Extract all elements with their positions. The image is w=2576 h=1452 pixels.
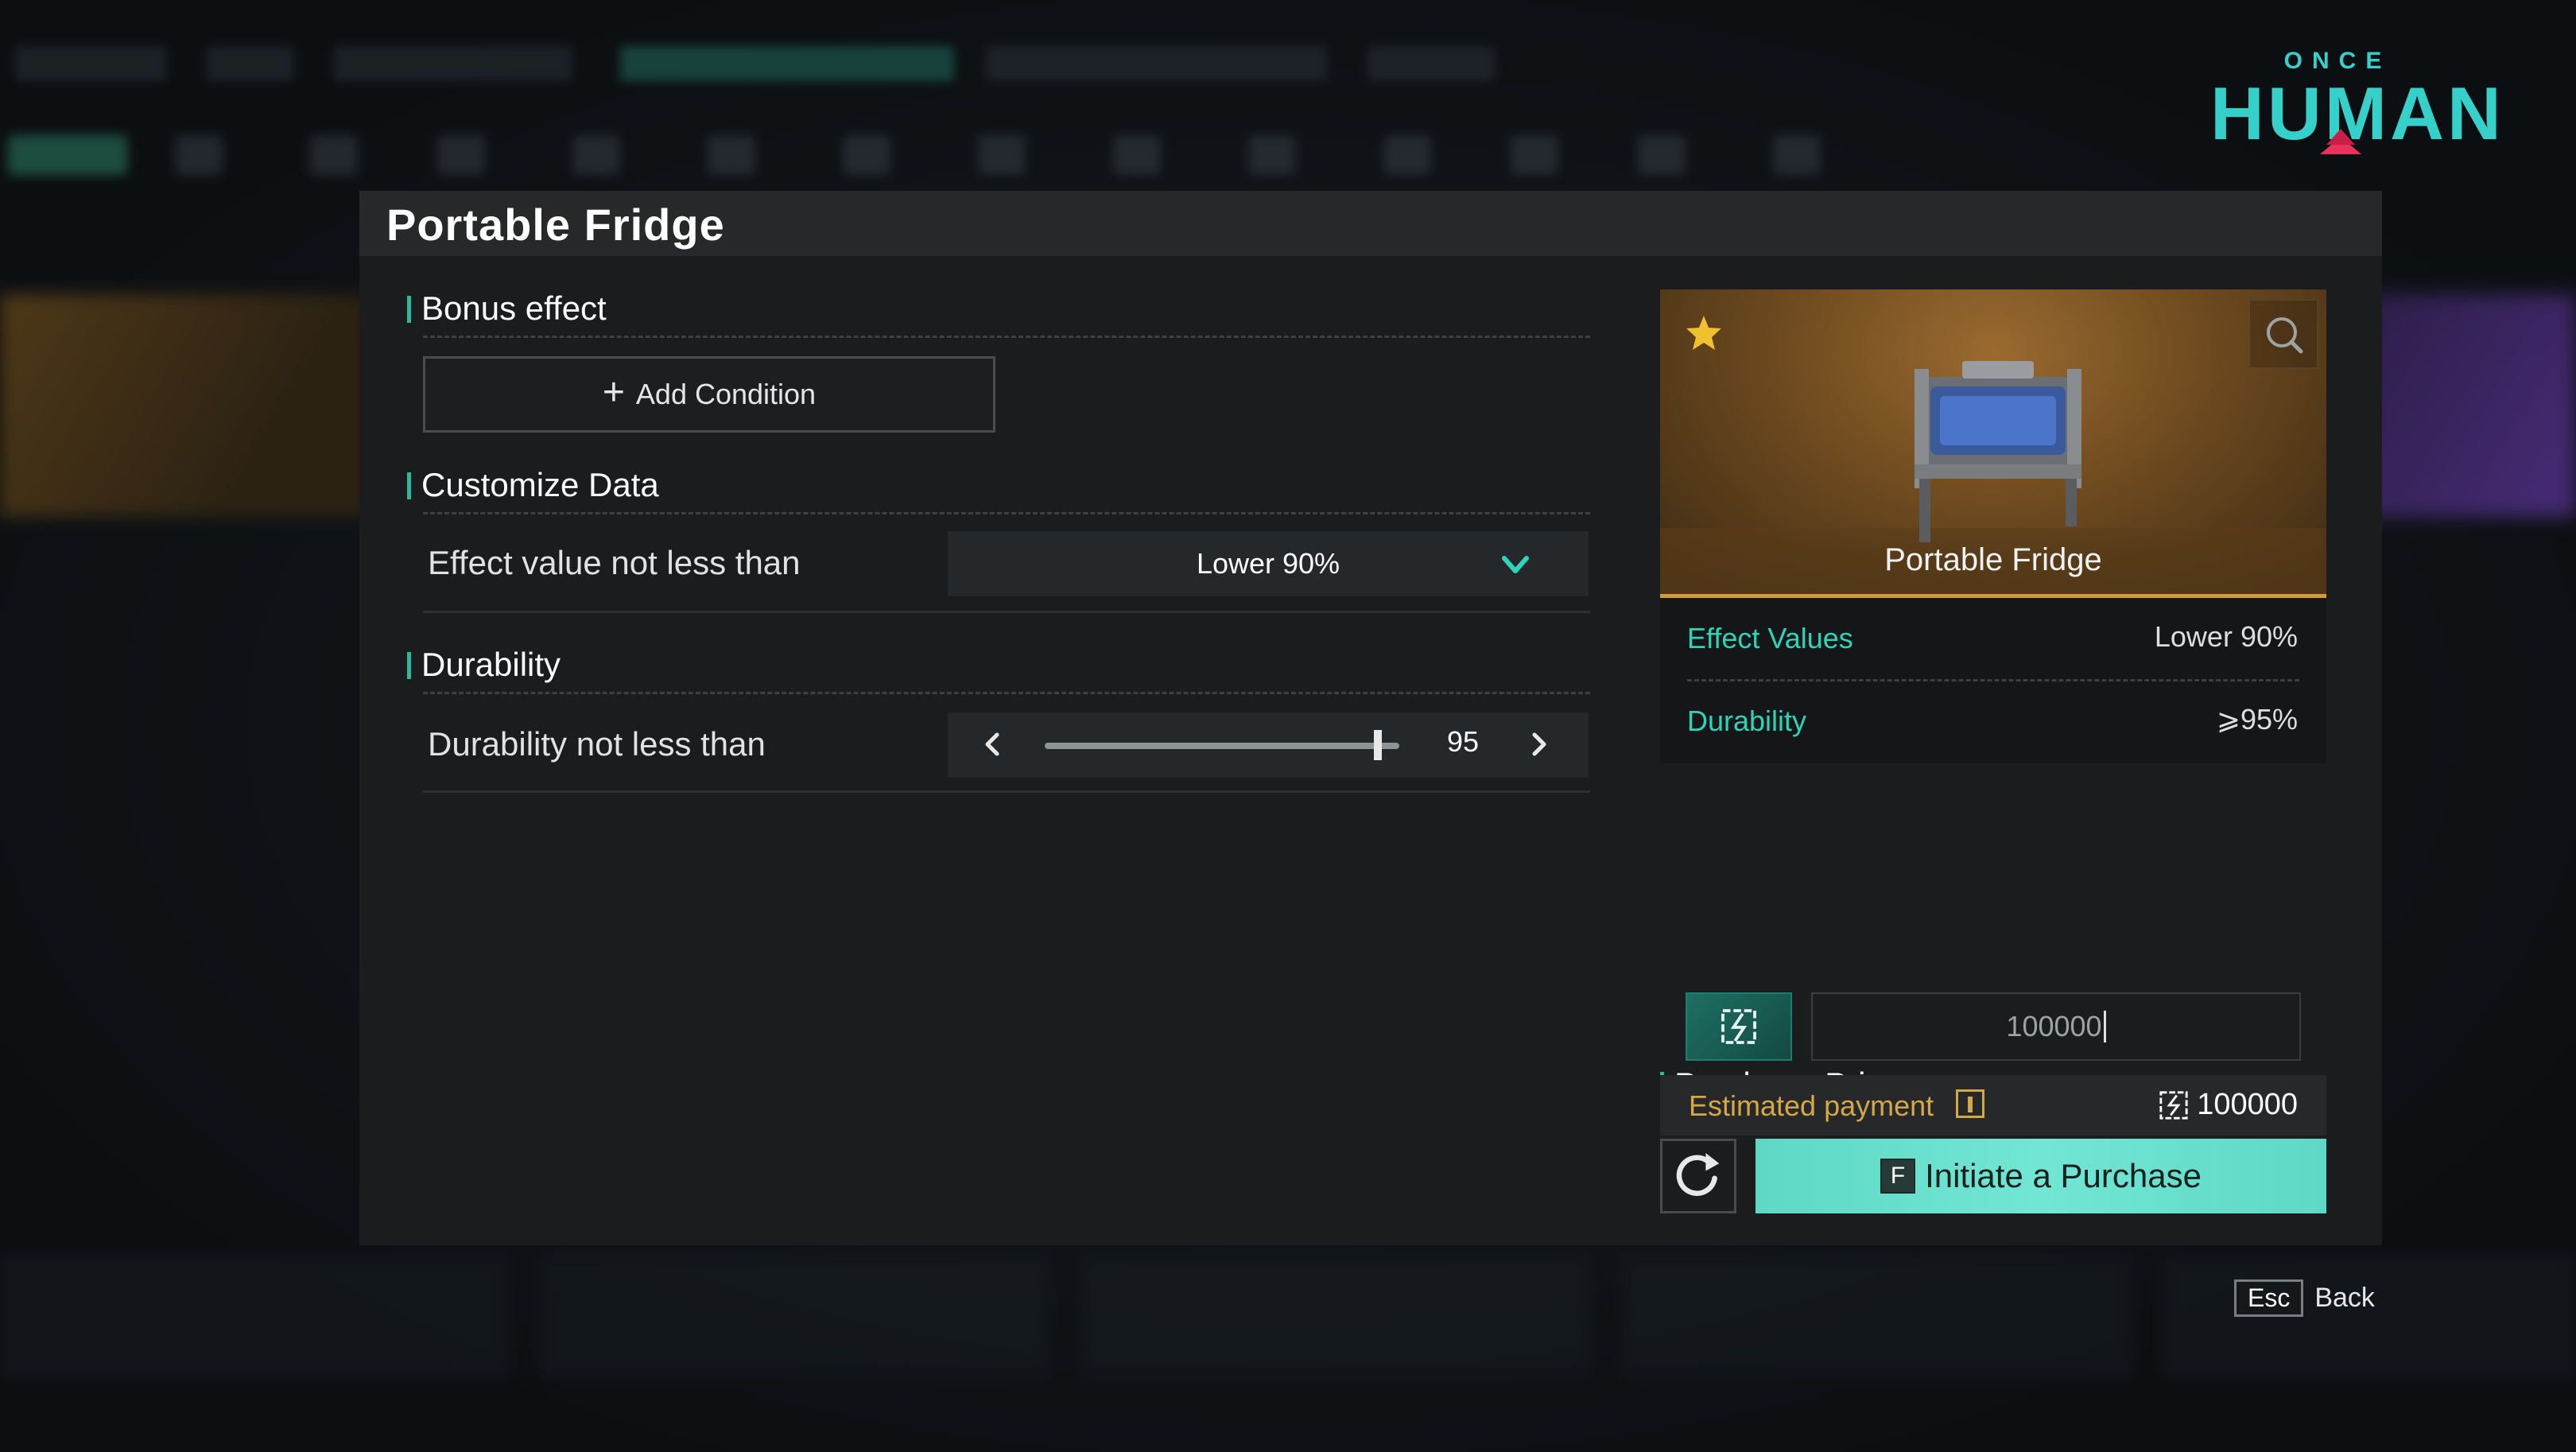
estimated-payment-value: 100000 bbox=[2159, 1088, 2298, 1122]
logo-mark-icon bbox=[2320, 129, 2361, 154]
back-control[interactable]: Esc Back bbox=[2234, 1279, 2375, 1317]
stat-value: Lower 90% bbox=[2154, 620, 2298, 653]
price-input-value: 100000 bbox=[2006, 1010, 2102, 1042]
estimated-payment-amount: 100000 bbox=[2197, 1088, 2298, 1121]
search-icon bbox=[2267, 317, 2303, 354]
durability-label: Durability not less than bbox=[428, 725, 766, 763]
game-logo: ONCE HUMAN bbox=[2210, 43, 2501, 154]
estimated-payment-label: Estimated payment bbox=[1689, 1089, 1934, 1122]
dialog-title: Portable Fridge bbox=[386, 200, 725, 250]
background-tabs bbox=[0, 32, 2576, 95]
background-card bbox=[0, 294, 366, 517]
add-condition-button[interactable]: + Add Condition bbox=[423, 356, 995, 433]
customize-data-heading: Customize Data bbox=[407, 466, 659, 504]
initiate-purchase-button[interactable]: F Initiate a Purchase bbox=[1755, 1139, 2326, 1213]
initiate-purchase-label: Initiate a Purchase bbox=[1925, 1157, 2202, 1194]
back-label: Back bbox=[2314, 1282, 2375, 1313]
plus-icon: + bbox=[602, 371, 625, 413]
durability-heading: Durability bbox=[407, 646, 561, 684]
durability-value: 95 bbox=[1447, 725, 1480, 758]
estimated-payment-row: Estimated payment 100000 bbox=[1660, 1075, 2326, 1136]
divider bbox=[423, 790, 1590, 793]
effect-value-label: Effect value not less than bbox=[428, 544, 801, 581]
chevron-right-icon[interactable] bbox=[1525, 730, 1554, 759]
divider bbox=[423, 336, 1590, 338]
item-name: Portable Fridge bbox=[1884, 542, 2102, 577]
currency-icon bbox=[1721, 1009, 1756, 1044]
slider-track[interactable] bbox=[1045, 743, 1399, 749]
stat-key: Durability bbox=[1687, 705, 1807, 737]
stat-value: ⩾95% bbox=[2216, 703, 2298, 736]
star-icon[interactable] bbox=[1684, 313, 1724, 353]
zoom-button[interactable] bbox=[2248, 299, 2318, 369]
divider bbox=[423, 512, 1590, 514]
background-row bbox=[0, 1240, 2576, 1400]
item-image: Portable Fridge bbox=[1660, 289, 2326, 598]
stat-key: Effect Values bbox=[1687, 622, 1853, 654]
text-caret bbox=[2103, 1011, 2106, 1042]
logo-top-text: ONCE bbox=[2283, 48, 2392, 74]
divider bbox=[423, 692, 1590, 694]
esc-key-chip: Esc bbox=[2234, 1279, 2304, 1317]
currency-selector[interactable] bbox=[1686, 992, 1792, 1061]
screen: ONCE HUMAN Portable Fridge Bonus effect … bbox=[0, 0, 2576, 1452]
add-condition-label: Add Condition bbox=[635, 378, 817, 410]
dialog-header: Portable Fridge bbox=[359, 191, 2382, 256]
hotkey-chip: F bbox=[1880, 1159, 1916, 1194]
refresh-icon bbox=[1676, 1152, 1720, 1196]
effect-value-dropdown[interactable]: Lower 90% bbox=[948, 531, 1589, 596]
effect-value-selected: Lower 90% bbox=[1196, 547, 1340, 580]
fridge-icon bbox=[1915, 361, 2081, 542]
refresh-button[interactable] bbox=[1660, 1139, 1736, 1213]
item-card: Portable Fridge Effect Values Lower 90% … bbox=[1660, 289, 2326, 763]
stat-row: Durability ⩾95% bbox=[1660, 681, 2326, 760]
chevron-left-icon[interactable] bbox=[978, 730, 1007, 759]
durability-slider: 95 bbox=[948, 712, 1589, 778]
info-icon[interactable] bbox=[1956, 1089, 1984, 1118]
divider bbox=[423, 611, 1590, 613]
bonus-effect-heading: Bonus effect bbox=[407, 289, 607, 328]
stat-row: Effect Values Lower 90% bbox=[1660, 598, 2326, 677]
chevron-down-icon bbox=[1502, 556, 1529, 573]
slider-handle[interactable] bbox=[1373, 730, 1382, 760]
background-icons bbox=[0, 119, 2576, 191]
price-input[interactable]: 100000 bbox=[1811, 992, 2301, 1061]
currency-icon bbox=[2159, 1090, 2188, 1120]
purchase-order-dialog: Portable Fridge Bonus effect + Add Condi… bbox=[359, 191, 2382, 1245]
